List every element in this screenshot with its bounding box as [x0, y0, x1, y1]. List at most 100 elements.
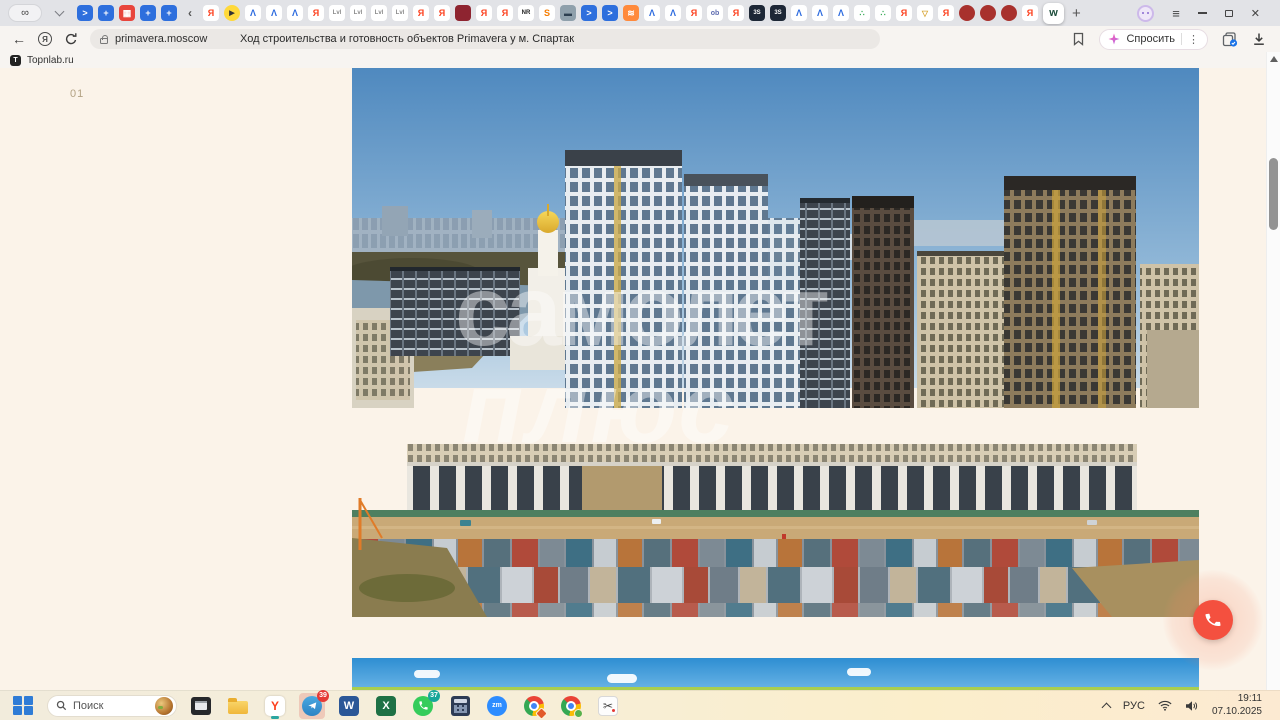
tab-favicon[interactable]: Я: [413, 5, 429, 21]
tab-favicon[interactable]: +: [98, 5, 114, 21]
tab-favicon[interactable]: Λ: [245, 5, 261, 21]
callback-phone-button[interactable]: [1193, 600, 1233, 640]
tab-favicon[interactable]: Λ: [644, 5, 660, 21]
back-button[interactable]: ←: [12, 32, 26, 46]
scroll-up-icon[interactable]: [1270, 56, 1278, 62]
taskbar-whatsapp[interactable]: 37: [410, 693, 436, 719]
tab-favicon[interactable]: 3S: [749, 5, 765, 21]
construction-photo-scene: самолет плюс: [352, 68, 1199, 617]
tray-date: 07.10.2025: [1212, 706, 1262, 719]
scrollbar-thumb[interactable]: [1269, 158, 1278, 230]
tab-favicon[interactable]: Lvl: [371, 5, 387, 21]
tab-favicon[interactable]: >: [77, 5, 93, 21]
tab-favicon[interactable]: [1001, 5, 1017, 21]
search-highlight-image[interactable]: [155, 697, 173, 715]
taskbar-word[interactable]: W: [336, 693, 362, 719]
taskbar-chrome-2[interactable]: [558, 693, 584, 719]
taskbar-telegram[interactable]: 39: [299, 693, 325, 719]
bookmark-item[interactable]: Topnlab.ru: [27, 55, 74, 66]
zoom-icon: zm: [487, 696, 507, 716]
new-tab-button[interactable]: +: [1072, 5, 1081, 22]
more-options-icon[interactable]: ⋮: [1188, 33, 1199, 46]
language-indicator[interactable]: РУС: [1123, 700, 1145, 712]
tab-favicon[interactable]: Я: [476, 5, 492, 21]
scrollbar[interactable]: [1266, 52, 1280, 690]
tab-favicon[interactable]: >: [581, 5, 597, 21]
wifi-icon[interactable]: [1158, 700, 1172, 711]
start-button[interactable]: [10, 693, 36, 719]
collections-icon[interactable]: [1222, 32, 1238, 47]
tab-favicon[interactable]: Λ: [812, 5, 828, 21]
section-number: 01: [70, 88, 84, 100]
taskbar-snipping-tool[interactable]: ✂: [595, 693, 621, 719]
restore-button[interactable]: [1225, 10, 1233, 17]
tab-favicon[interactable]: Λ: [287, 5, 303, 21]
tab-favicon[interactable]: ∴: [854, 5, 870, 21]
tab-favicon[interactable]: Lvl: [350, 5, 366, 21]
taskbar-chrome-1[interactable]: [521, 693, 547, 719]
refresh-icon[interactable]: [64, 32, 78, 46]
close-button[interactable]: ✕: [1251, 7, 1260, 20]
tab-favicon[interactable]: [980, 5, 996, 21]
menu-icon[interactable]: ≡: [1172, 6, 1180, 21]
tab-favicon[interactable]: Λ: [791, 5, 807, 21]
download-icon[interactable]: [1252, 32, 1266, 46]
tab-favicon[interactable]: Λ: [266, 5, 282, 21]
minimize-button[interactable]: [1198, 12, 1207, 14]
profile-avatar[interactable]: [1137, 5, 1154, 22]
tab-favicon[interactable]: ‹: [182, 5, 198, 21]
bookmark-icon[interactable]: [1072, 32, 1085, 46]
tab-favicon[interactable]: ▽: [917, 5, 933, 21]
tab-favicon[interactable]: >: [602, 5, 618, 21]
watermark-line1: самолет: [455, 255, 830, 367]
taskbar-calculator[interactable]: [447, 693, 473, 719]
search-placeholder: Поиск: [73, 700, 149, 712]
tab-favicon[interactable]: Я: [434, 5, 450, 21]
taskbar-yandex-browser[interactable]: Y: [262, 693, 288, 719]
phone-icon: [1203, 610, 1223, 630]
cloud-shape: [847, 668, 871, 676]
tab-favicon[interactable]: ▦: [119, 5, 135, 21]
taskbar-zoom[interactable]: zm: [484, 693, 510, 719]
tab-favicon[interactable]: Λ: [833, 5, 849, 21]
tab-favicon[interactable]: w: [1043, 3, 1064, 24]
address-bar[interactable]: primavera.moscow Ход строительства и гот…: [90, 29, 880, 49]
taskbar-file-explorer[interactable]: [225, 693, 251, 719]
tab-favicon[interactable]: Я: [938, 5, 954, 21]
tab-favicon[interactable]: Lvl: [329, 5, 345, 21]
tab-favicon[interactable]: Я: [728, 5, 744, 21]
toolbar-actions: Спросить ⋮: [1072, 29, 1268, 50]
tab-favicon[interactable]: Я: [497, 5, 513, 21]
tab-favicon[interactable]: ▬: [560, 5, 576, 21]
tab-favicon[interactable]: Я: [1022, 5, 1038, 21]
taskbar-excel[interactable]: X: [373, 693, 399, 719]
tab-favicon[interactable]: ob: [707, 5, 723, 21]
tab-favicon[interactable]: 3S: [770, 5, 786, 21]
yandex-home-icon[interactable]: Я: [38, 32, 52, 46]
tray-time: 19:11: [1212, 693, 1262, 706]
tab-favicon[interactable]: Я: [686, 5, 702, 21]
tab-favicon[interactable]: ∴: [875, 5, 891, 21]
taskbar-clock[interactable]: 19:11 07.10.2025: [1212, 693, 1262, 718]
taskbar-app-dark[interactable]: [188, 693, 214, 719]
taskbar-search[interactable]: Поиск: [47, 695, 177, 717]
tab-favicon[interactable]: ▶: [224, 5, 240, 21]
tab-favicon[interactable]: +: [140, 5, 156, 21]
tab-favicon[interactable]: +: [161, 5, 177, 21]
tab-counter-button[interactable]: ∞: [8, 4, 42, 22]
tab-favicon[interactable]: Я: [308, 5, 324, 21]
tab-favicon[interactable]: Lvl: [392, 5, 408, 21]
tab-favicon[interactable]: ≋: [623, 5, 639, 21]
tab-favicon[interactable]: [455, 5, 471, 21]
tab-favicon[interactable]: Λ: [665, 5, 681, 21]
tab-favicon[interactable]: Я: [203, 5, 219, 21]
volume-icon[interactable]: [1185, 700, 1199, 712]
tab-favicon[interactable]: NR: [518, 5, 534, 21]
tray-expand-icon[interactable]: [1101, 702, 1111, 712]
ask-alice-button[interactable]: Спросить ⋮: [1099, 29, 1208, 50]
tab-favicon[interactable]: S: [539, 5, 555, 21]
tab-favicon[interactable]: Я: [896, 5, 912, 21]
chevron-down-icon[interactable]: [55, 7, 65, 17]
telegram-badge: 39: [317, 690, 329, 702]
tab-favicon[interactable]: [959, 5, 975, 21]
